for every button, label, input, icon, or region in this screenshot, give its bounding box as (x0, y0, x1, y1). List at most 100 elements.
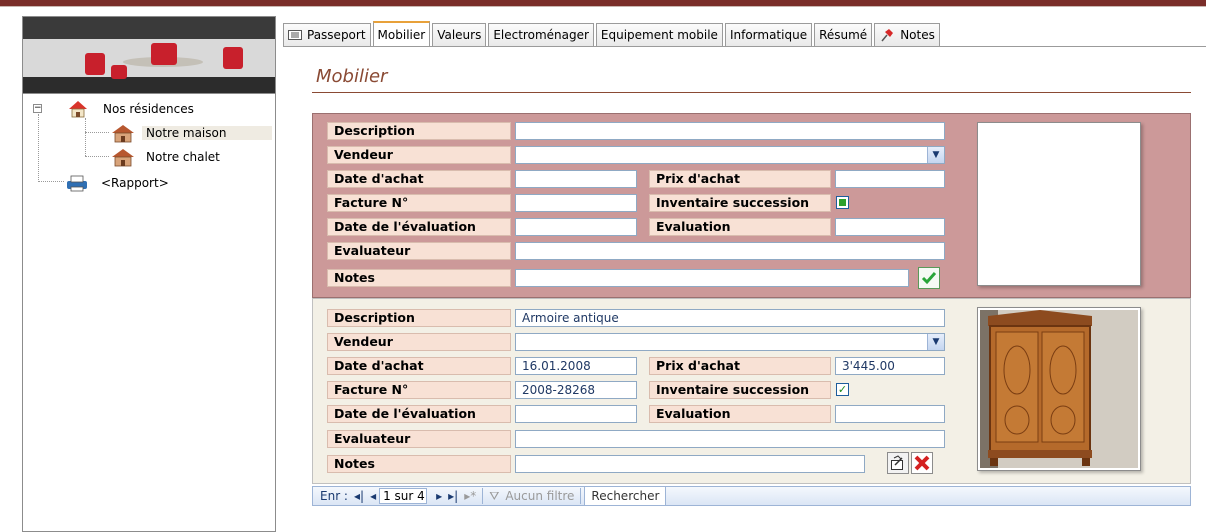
label-inventaire: Inventaire succession (649, 194, 831, 212)
filter-icon[interactable]: ⛛ (486, 489, 502, 504)
vendeur-select[interactable]: ▼ (515, 333, 945, 351)
description-field[interactable]: Armoire antique (515, 309, 945, 327)
label-evaluation: Evaluation (649, 218, 831, 236)
top-divider (0, 6, 1206, 7)
tab-label: Résumé (819, 28, 868, 42)
label-prix-achat: Prix d'achat (649, 170, 831, 188)
tab-electromenager[interactable]: Electroménager (488, 23, 594, 46)
vendeur-select[interactable]: ▼ (515, 146, 945, 164)
tab-strip: Passeport Mobilier Valeurs Electroménage… (283, 21, 942, 47)
label-description: Description (327, 122, 511, 140)
banner-image (23, 17, 275, 93)
tree-item-label: Nos résidences (103, 102, 194, 116)
tab-valeurs[interactable]: Valeurs (432, 23, 487, 46)
record-new: Description Vendeur ▼ Date d'achat Prix … (312, 113, 1191, 298)
form-title: Mobilier (316, 66, 388, 87)
tab-resume[interactable]: Résumé (814, 23, 873, 46)
tree-item-rapport[interactable]: <Rapport> (65, 172, 173, 194)
label-vendeur: Vendeur (327, 333, 511, 351)
house-icon (112, 125, 134, 143)
label-date-achat: Date d'achat (327, 357, 511, 375)
inventaire-checkbox[interactable] (836, 196, 849, 209)
record-nav-label: Enr : (320, 489, 348, 503)
photo-armoire[interactable] (977, 307, 1141, 471)
delete-icon (914, 455, 930, 471)
tab-informatique[interactable]: Informatique (724, 23, 813, 46)
save-button[interactable] (918, 267, 940, 289)
evaluation-field[interactable] (835, 405, 945, 423)
record-armoire: Description Armoire antique Vendeur ▼ Da… (312, 298, 1191, 484)
date-achat-field[interactable] (515, 170, 637, 188)
pin-icon (881, 29, 894, 42)
label-notes: Notes (327, 269, 511, 287)
label-evaluateur: Evaluateur (327, 430, 511, 448)
first-record-icon[interactable]: ◂| (351, 489, 367, 503)
chevron-down-icon[interactable]: ▼ (927, 334, 944, 350)
chevron-down-icon[interactable]: ▼ (927, 147, 944, 163)
tree-item-label: Notre maison (142, 126, 272, 140)
label-date-evaluation: Date de l'évaluation (327, 405, 511, 423)
current-record-field[interactable]: 1 sur 4 (379, 488, 428, 504)
record-navigation: Enr : ◂| ◂ 1 sur 4 ▸ ▸| ▸* ⛛ Aucun filtr… (312, 486, 1191, 506)
residence-tree: − Nos résidences Notre maison Notre chal… (23, 93, 275, 531)
date-evaluation-field[interactable] (515, 218, 637, 236)
edit-icon (891, 455, 903, 470)
tab-label: Informatique (729, 28, 808, 42)
facture-field[interactable]: 2008-28268 (515, 381, 637, 399)
notes-field[interactable] (515, 455, 865, 473)
tab-label: Mobilier (377, 28, 426, 42)
printer-icon (67, 175, 87, 192)
house-icon (112, 149, 134, 167)
date-achat-field[interactable]: 16.01.2008 (515, 357, 637, 375)
tab-label: Valeurs (437, 28, 482, 42)
facture-field[interactable] (515, 194, 637, 212)
tree-item-notre-chalet[interactable]: Notre chalet (111, 146, 224, 168)
evaluation-field[interactable] (835, 218, 945, 236)
filter-status[interactable]: Aucun filtre (502, 489, 577, 503)
date-evaluation-field[interactable] (515, 405, 637, 423)
label-date-evaluation: Date de l'évaluation (327, 218, 511, 236)
checkmark-icon (921, 272, 937, 285)
label-facture: Facture N° (327, 381, 511, 399)
tab-label: Equipement mobile (600, 28, 718, 42)
evaluateur-field[interactable] (515, 242, 945, 260)
label-notes: Notes (327, 455, 511, 473)
evaluateur-field[interactable] (515, 430, 945, 448)
description-field[interactable] (515, 122, 945, 140)
label-description: Description (327, 309, 511, 327)
tab-notes[interactable]: Notes (874, 23, 940, 46)
label-inventaire: Inventaire succession (649, 381, 831, 399)
delete-button[interactable] (911, 452, 933, 474)
inventaire-checkbox[interactable]: ✓ (836, 383, 849, 396)
tree-item-residences[interactable]: Nos résidences (67, 98, 198, 120)
label-date-achat: Date d'achat (327, 170, 511, 188)
title-divider (312, 92, 1191, 93)
tab-label: Electroménager (493, 28, 589, 42)
tree-item-label: <Rapport> (101, 176, 169, 190)
form-icon (288, 30, 302, 40)
label-evaluation: Evaluation (649, 405, 831, 423)
edit-button[interactable] (887, 452, 909, 474)
tab-label: Notes (900, 28, 935, 42)
tab-mobilier[interactable]: Mobilier (372, 21, 431, 47)
photo-placeholder[interactable] (977, 122, 1141, 286)
new-record-icon[interactable]: ▸* (461, 489, 479, 503)
tree-collapse-toggle[interactable]: − (33, 104, 42, 113)
label-facture: Facture N° (327, 194, 511, 212)
tree-item-notre-maison[interactable]: Notre maison (111, 122, 272, 144)
notes-field[interactable] (515, 269, 909, 287)
search-field[interactable]: Rechercher (584, 487, 667, 505)
last-record-icon[interactable]: ▸| (445, 489, 461, 503)
next-record-icon[interactable]: ▸ (433, 489, 445, 503)
previous-record-icon[interactable]: ◂ (367, 489, 379, 503)
tab-label: Passeport (307, 28, 366, 42)
armoire-photo (980, 310, 1138, 468)
house-icon (69, 101, 87, 118)
prix-achat-field[interactable]: 3'445.00 (835, 357, 945, 375)
prix-achat-field[interactable] (835, 170, 945, 188)
tab-underline (283, 46, 1206, 47)
tab-passeport[interactable]: Passeport (283, 23, 371, 46)
label-prix-achat: Prix d'achat (649, 357, 831, 375)
navigation-panel: − Nos résidences Notre maison Notre chal… (22, 16, 276, 532)
tab-equipement-mobile[interactable]: Equipement mobile (595, 23, 723, 46)
